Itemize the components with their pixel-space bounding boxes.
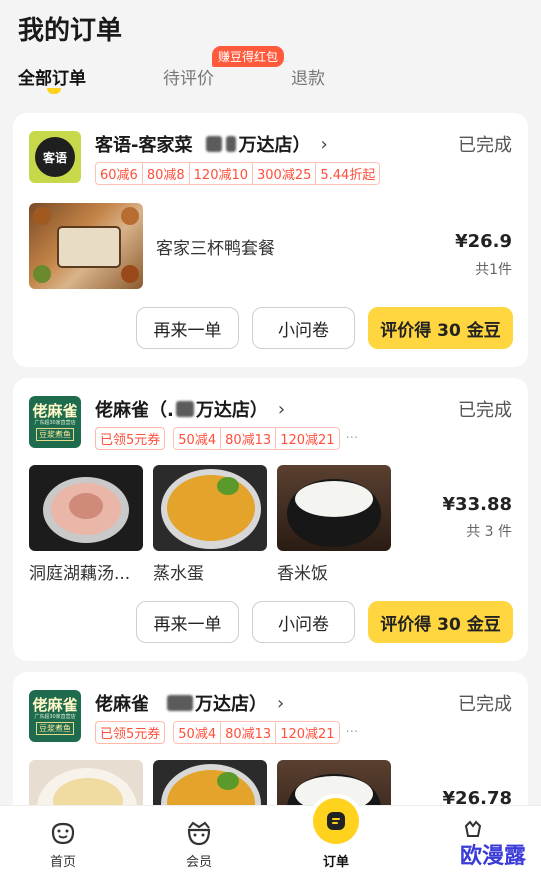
promo-tag: 80减13 xyxy=(221,722,277,743)
item-name: 蒸水蛋 xyxy=(153,564,204,584)
tab-all-orders[interactable]: 全部订单 xyxy=(18,64,86,89)
promo-tag: 300减25 xyxy=(253,163,317,184)
reorder-button[interactable]: 再来一单 xyxy=(136,307,239,349)
survey-button[interactable]: 小问卷 xyxy=(252,601,355,643)
promo-tags: 60减6 80减8 120减10 300减25 5.44折起 xyxy=(95,162,381,185)
promo-tag: 60减6 xyxy=(96,163,143,184)
order-quantity: 共 3 件 xyxy=(466,524,512,540)
item-name: 客家三杯鸭套餐 xyxy=(156,239,275,259)
page-title: 我的订单 xyxy=(18,16,123,46)
order-card[interactable]: 佬麻雀 广东超30家直营店 豆浆煮鱼 佬麻雀（. 万达店） › 已完成 已领5元… xyxy=(13,378,528,661)
item-name: 香米饭 xyxy=(277,564,328,584)
promo-tag: 120减10 xyxy=(190,163,254,184)
reorder-button[interactable]: 再来一单 xyxy=(136,601,239,643)
nav-member[interactable]: 会员 xyxy=(149,806,249,874)
chevron-right-icon: › xyxy=(320,133,328,155)
promo-tag: 50减4 xyxy=(174,722,222,743)
survey-button[interactable]: 小问卷 xyxy=(252,307,355,349)
shop-logo: 佬麻雀 广东超30家直营店 豆浆煮鱼 xyxy=(29,690,81,742)
promo-tags: 已领5元券 50减4 80减13 120减21 ··· xyxy=(95,427,358,450)
tab-refund[interactable]: 退款 xyxy=(291,64,325,89)
redacted-text xyxy=(175,401,194,417)
order-quantity: 共1件 xyxy=(475,262,512,278)
redacted-text xyxy=(167,695,193,711)
item-image[interactable] xyxy=(153,465,267,551)
tab-to-review[interactable]: 待评价 xyxy=(163,64,214,89)
order-tabs: 全部订单 待评价 赚豆得红包 退款 xyxy=(0,46,541,98)
order-card[interactable]: 客语 客语-客家菜 万达店） › 已完成 60减6 80减8 120减10 30… xyxy=(13,113,528,367)
item-image[interactable] xyxy=(277,465,391,551)
nav-home[interactable]: 首页 xyxy=(13,806,113,874)
review-button[interactable]: 评价得 30 金豆 xyxy=(368,601,513,643)
watermark: 欧漫露 xyxy=(460,844,527,869)
shop-name-link[interactable]: 佬麻雀 万达店） › xyxy=(95,690,284,716)
promo-tag: 120减21 xyxy=(280,727,335,742)
shop-name-link[interactable]: 客语-客家菜 万达店） › xyxy=(95,131,328,157)
order-status: 已完成 xyxy=(458,400,512,421)
promo-tag: 120减21 xyxy=(280,433,335,448)
order-status: 已完成 xyxy=(458,135,512,156)
redacted-text xyxy=(206,136,223,152)
item-name: 洞庭湖藕汤... xyxy=(29,564,131,584)
orders-icon xyxy=(313,798,359,844)
promo-tag: 80减8 xyxy=(143,163,190,184)
more-promos-icon[interactable]: ··· xyxy=(346,431,358,446)
chevron-right-icon: › xyxy=(277,398,286,420)
order-price: ¥26.9 xyxy=(455,231,512,252)
promo-tag: 50减4 xyxy=(174,428,222,449)
chevron-right-icon: › xyxy=(277,692,285,714)
more-promos-icon[interactable]: ··· xyxy=(346,725,358,740)
shop-logo: 客语 xyxy=(29,131,81,183)
shop-logo: 佬麻雀 广东超30家直营店 豆浆煮鱼 xyxy=(29,396,81,448)
crown-face-icon xyxy=(187,821,211,846)
promo-tag: 5.44折起 xyxy=(320,168,376,183)
active-tab-indicator xyxy=(47,88,61,94)
promo-tag: 80减13 xyxy=(221,428,277,449)
nav-orders[interactable]: 订单 xyxy=(286,798,386,874)
review-button[interactable]: 评价得 30 金豆 xyxy=(368,307,513,349)
redacted-text xyxy=(226,136,237,152)
promo-tags: 已领5元券 50减4 80减13 120减21 ··· xyxy=(95,721,358,744)
order-price: ¥33.88 xyxy=(442,494,512,515)
order-status: 已完成 xyxy=(458,694,512,715)
item-image[interactable] xyxy=(29,465,143,551)
item-image[interactable] xyxy=(29,203,143,289)
coupon-tag: 已领5元券 xyxy=(95,721,166,744)
shop-name-link[interactable]: 佬麻雀（. 万达店） › xyxy=(95,396,285,422)
coupon-tag: 已领5元券 xyxy=(95,427,166,450)
review-reward-badge: 赚豆得红包 xyxy=(212,46,285,67)
home-icon xyxy=(51,822,75,845)
